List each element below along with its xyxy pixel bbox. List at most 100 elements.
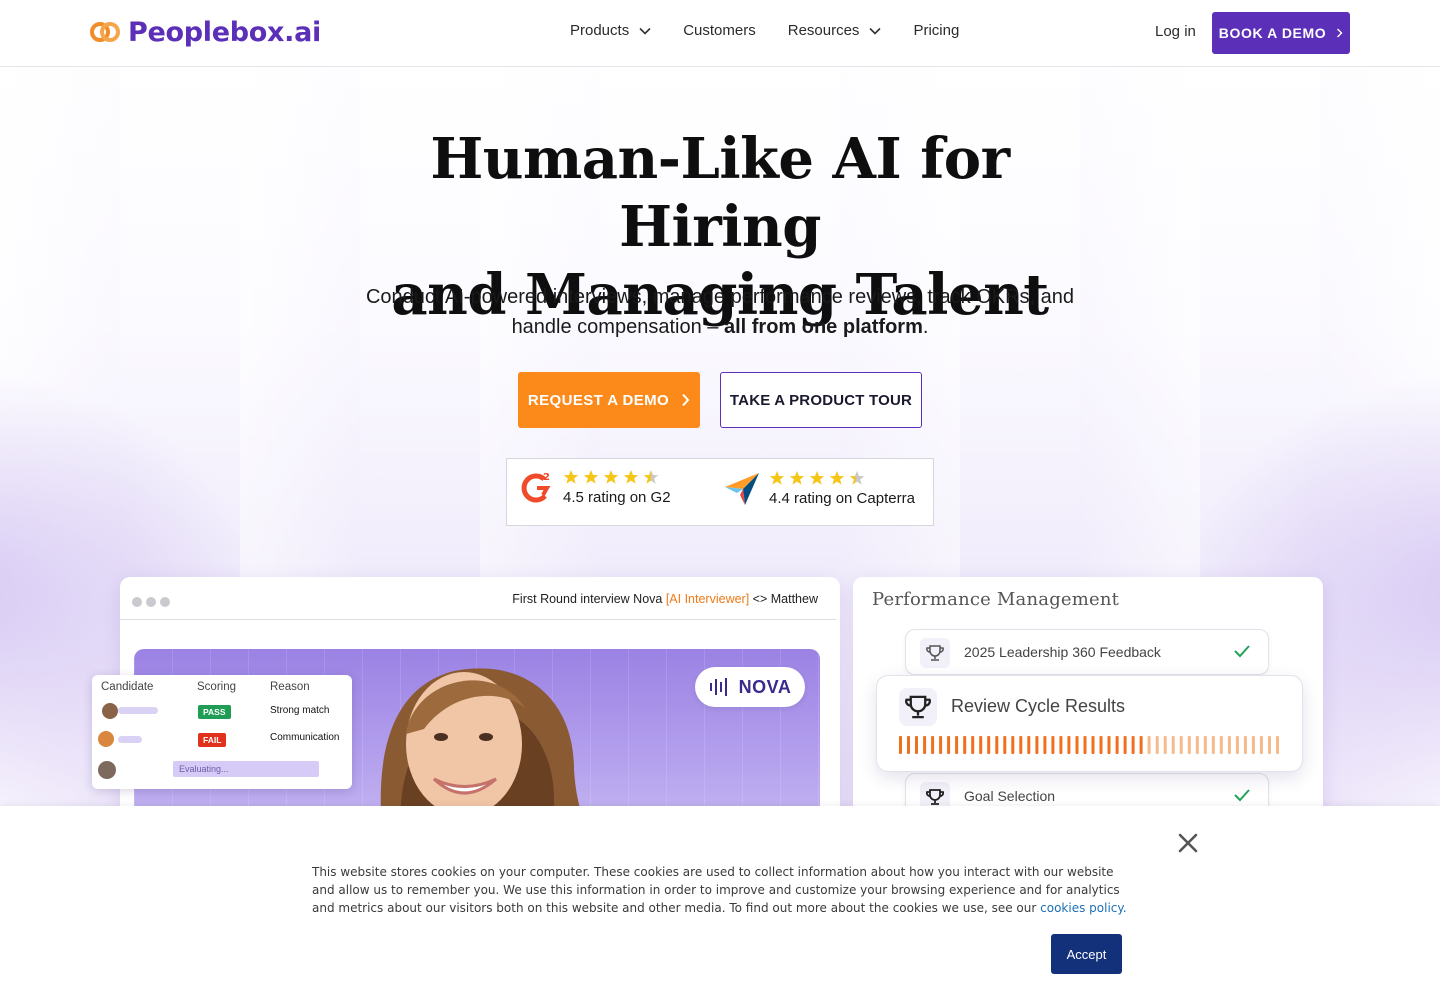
progress-tick xyxy=(1091,736,1095,754)
progress-tick xyxy=(1139,736,1143,754)
product-tour-label: TAKE A PRODUCT TOUR xyxy=(729,391,913,409)
progress-tick xyxy=(1251,736,1255,754)
candidate-avatar xyxy=(98,731,114,747)
close-icon[interactable] xyxy=(1177,832,1199,854)
progress-tick xyxy=(1155,736,1159,754)
accept-cookies-button[interactable]: Accept xyxy=(1051,934,1122,974)
nav-resources-label: Resources xyxy=(787,22,860,39)
progress-tick xyxy=(987,736,991,754)
progress-tick xyxy=(1268,736,1271,754)
progress-tick xyxy=(1027,736,1031,754)
window-dot xyxy=(146,597,156,607)
window-dot xyxy=(132,597,142,607)
progress-tick xyxy=(1211,736,1215,754)
nav-resources[interactable]: Resources xyxy=(788,22,882,39)
check-icon xyxy=(1234,645,1250,658)
peoplebox-logo-icon xyxy=(90,22,120,42)
cookie-message: This website stores cookies on your comp… xyxy=(312,863,1132,917)
book-demo-button[interactable]: BOOK A DEMO xyxy=(1212,12,1350,54)
nova-label: NOVA xyxy=(738,676,792,697)
performance-title: Performance Management xyxy=(872,589,1120,610)
login-link[interactable]: Log in xyxy=(1155,23,1196,40)
star-icon xyxy=(849,470,865,485)
score-badge-pass: PASS xyxy=(198,705,231,719)
interview-title-suffix: <> Matthew xyxy=(749,592,818,606)
star-icon xyxy=(789,470,805,485)
book-demo-label: BOOK A DEMO xyxy=(1218,25,1327,41)
svg-text:2: 2 xyxy=(543,472,550,483)
progress-tick xyxy=(1147,736,1151,754)
capterra-rating[interactable]: 4.4 rating on Capterra xyxy=(723,469,915,507)
brand-name: Peoplebox.ai xyxy=(128,16,321,48)
trophy-icon-svg xyxy=(926,645,944,661)
headline-line-1: Human-Like AI for Hiring xyxy=(430,126,1010,260)
capterra-stars xyxy=(769,470,915,486)
progress-tick xyxy=(979,736,983,754)
window-dots xyxy=(132,597,170,607)
progress-tick xyxy=(1276,736,1279,754)
subheading-period: . xyxy=(922,316,929,338)
cookie-banner: This website stores cookies on your comp… xyxy=(0,806,1440,1000)
ratings-box: 2 4.5 rating on G2 4.4 rating on Capterr… xyxy=(506,458,934,526)
review-cycle-label: Review Cycle Results xyxy=(951,696,1126,716)
g2-stars xyxy=(563,469,671,485)
subheading-emphasis: all from one platform xyxy=(723,316,923,338)
nav-pricing[interactable]: Pricing xyxy=(913,22,959,39)
nav-products-label: Products xyxy=(570,22,630,39)
candidate-scoring-table: Candidate Scoring Reason PASS Strong mat… xyxy=(92,675,352,789)
trophy-icon-svg xyxy=(926,789,944,805)
progress-tick xyxy=(1187,736,1191,754)
progress-tick xyxy=(1203,736,1207,754)
progress-tick xyxy=(899,736,902,754)
interview-title-ai: [AI Interviewer] xyxy=(665,592,750,606)
progress-tick xyxy=(1011,736,1015,754)
progress-tick xyxy=(907,736,910,754)
progress-tick xyxy=(1259,736,1263,754)
nova-badge: NOVA xyxy=(695,667,805,707)
interview-title-prefix: First Round interview Nova xyxy=(512,592,666,606)
star-icon xyxy=(623,470,639,484)
star-icon xyxy=(603,470,619,484)
chevron-right-icon xyxy=(682,393,690,407)
nav-customers-label: Customers xyxy=(683,22,756,39)
card-divider xyxy=(120,619,836,620)
subheading-line-2-prefix: handle compensation – xyxy=(511,316,719,338)
pm-item-label: 2025 Leadership 360 Feedback xyxy=(964,644,1161,660)
column-header-candidate: Candidate xyxy=(101,681,154,693)
evaluating-bar: Evaluating... xyxy=(173,761,319,777)
progress-tick xyxy=(939,736,943,754)
request-demo-button[interactable]: REQUEST A DEMO xyxy=(518,372,700,428)
progress-tick xyxy=(1067,736,1071,754)
nav-products[interactable]: Products xyxy=(570,22,651,39)
progress-tick xyxy=(1163,736,1167,754)
reason-text: Communication xyxy=(270,732,340,743)
g2-rating-text: 4.5 rating on G2 xyxy=(563,489,671,506)
capterra-logo-icon xyxy=(725,473,759,505)
trophy-icon-svg xyxy=(905,695,931,719)
voice-wave-icon xyxy=(709,678,727,696)
product-tour-button[interactable]: TAKE A PRODUCT TOUR xyxy=(720,372,922,428)
progress-tick xyxy=(1107,736,1111,754)
score-badge-fail: FAIL xyxy=(198,733,227,747)
star-icon xyxy=(809,470,825,485)
progress-tick xyxy=(1131,736,1135,754)
star-icon xyxy=(829,470,845,485)
chevron-right-icon xyxy=(1337,28,1343,38)
progress-tick xyxy=(1195,736,1199,754)
nav-customers[interactable]: Customers xyxy=(683,22,756,39)
window-dot xyxy=(160,597,170,607)
review-cycle-results-card: Review Cycle Results xyxy=(876,675,1303,772)
pm-item-leadership-feedback: 2025 Leadership 360 Feedback xyxy=(905,629,1269,675)
nav-links: Products Customers Resources Pricing xyxy=(570,22,959,39)
cookie-policy-link[interactable]: cookies policy. xyxy=(1040,901,1126,915)
interview-title: First Round interview Nova [AI Interview… xyxy=(512,592,818,606)
candidate-avatar xyxy=(98,761,116,779)
g2-rating-detail: 4.5 rating on G2 xyxy=(563,469,671,506)
progress-tick xyxy=(1099,736,1103,754)
g2-rating[interactable]: 2 4.5 rating on G2 xyxy=(519,469,671,506)
brand-logo[interactable]: Peoplebox.ai xyxy=(90,14,321,50)
progress-tick xyxy=(1123,736,1127,754)
chevron-down-icon xyxy=(639,27,651,35)
trophy-icon xyxy=(920,638,950,668)
chevron-down-icon xyxy=(869,27,882,35)
